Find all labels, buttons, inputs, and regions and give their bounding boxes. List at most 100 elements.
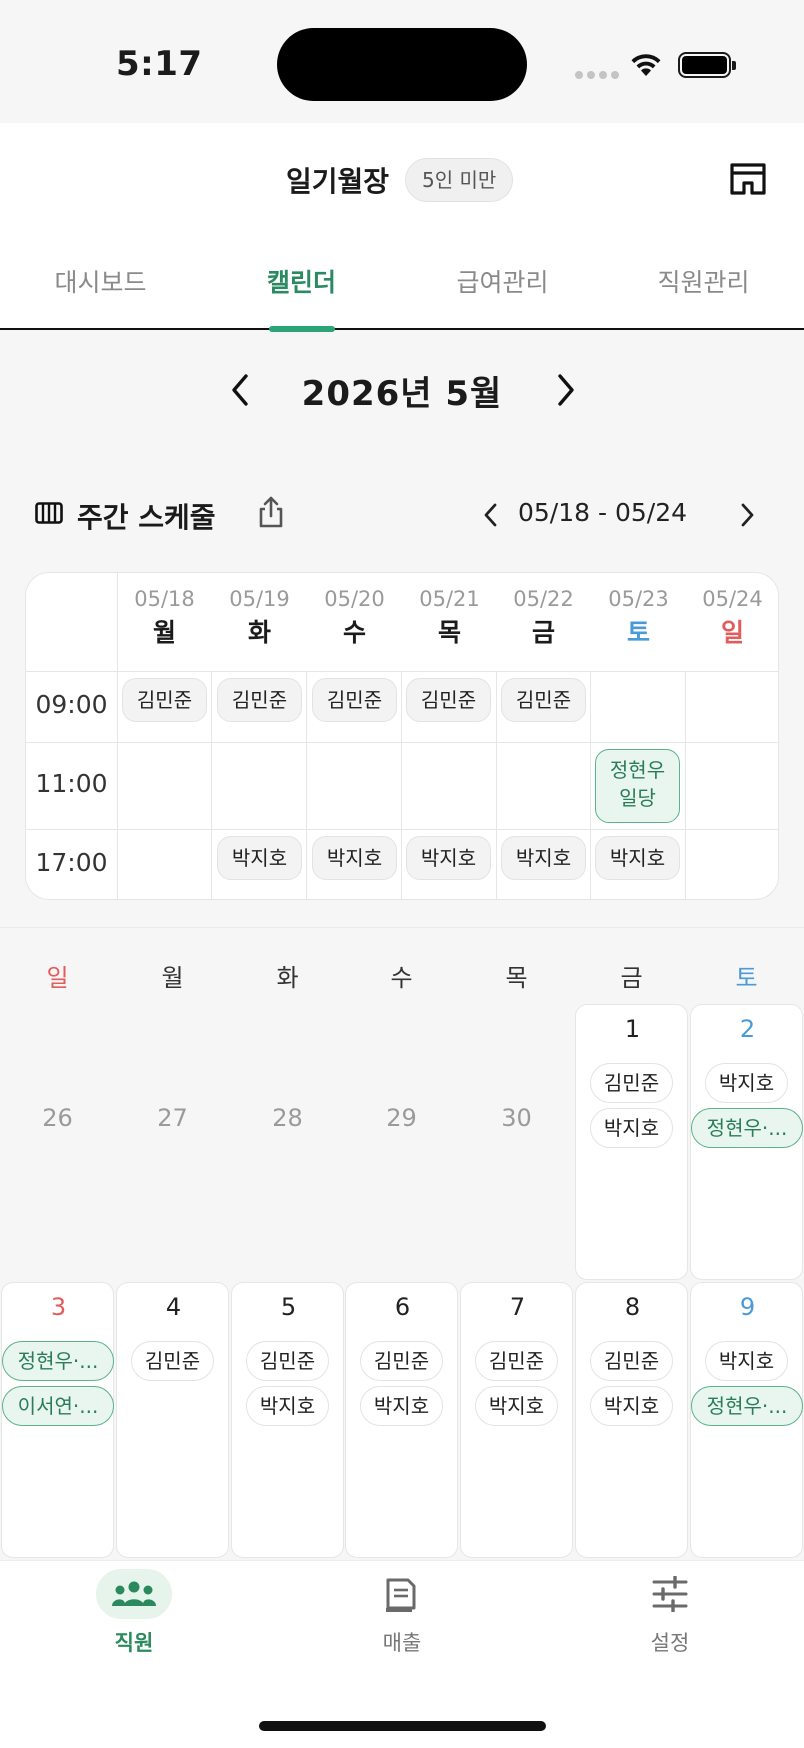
home-indicator[interactable] — [259, 1721, 546, 1731]
week-day-date: 05/21 — [419, 587, 480, 611]
receipt-icon — [364, 1569, 440, 1619]
nav-settings[interactable]: 설정 — [536, 1561, 804, 1681]
shift-chip[interactable]: 박지호 — [406, 836, 491, 880]
weekday-header: 목 — [505, 964, 528, 992]
week-day-header: 05/18 월 — [117, 587, 212, 649]
calendar-day-other-month[interactable]: 28 — [231, 1004, 344, 1280]
calendar-day-other-month[interactable]: 27 — [116, 1004, 229, 1280]
tab-staff[interactable]: 직원관리 — [603, 243, 804, 330]
shift-chip[interactable]: 박지호 — [705, 1341, 788, 1381]
shift-chip[interactable]: 김민준 — [590, 1063, 673, 1103]
dynamic-island — [277, 28, 527, 101]
shift-chip-daily-worker[interactable]: 정현우·... — [691, 1386, 803, 1426]
bottom-navigation: 직원 매출 설정 — [0, 1560, 804, 1748]
time-slot-row: 09:00 김민준 김민준 김민준 김민준 김민준 — [26, 671, 778, 742]
calendar-day[interactable]: 6 김민준 박지호 — [345, 1282, 458, 1558]
week-columns-icon — [35, 502, 63, 524]
day-number: 8 — [624, 1293, 641, 1321]
time-slot-row: 17:00 박지호 박지호 박지호 박지호 박지호 — [26, 829, 778, 899]
shift-chip-daily-worker[interactable]: 정현우·... — [691, 1108, 803, 1148]
day-number: 2 — [739, 1015, 756, 1043]
previous-month-button[interactable] — [222, 370, 258, 410]
week-day-date: 05/24 — [702, 587, 763, 611]
shift-chip[interactable]: 김민준 — [360, 1341, 443, 1381]
calendar-day[interactable]: 1 김민준 박지호 — [575, 1004, 688, 1280]
shift-chip[interactable]: 박지호 — [705, 1063, 788, 1103]
nav-label: 매출 — [382, 1631, 422, 1655]
calendar-day[interactable]: 7 김민준 박지호 — [460, 1282, 573, 1558]
calendar-day-other-month[interactable]: 26 — [1, 1004, 114, 1280]
week-day-name: 목 — [437, 618, 461, 647]
day-number: 30 — [501, 1104, 532, 1132]
shift-chip[interactable]: 김민준 — [312, 678, 397, 722]
next-month-button[interactable] — [548, 370, 584, 410]
calendar-day[interactable]: 8 김민준 박지호 — [575, 1282, 688, 1558]
cellular-signal-icon — [575, 71, 619, 79]
calendar-day-other-month[interactable]: 29 — [345, 1004, 458, 1280]
weekday-header: 화 — [276, 964, 299, 992]
shift-chip[interactable]: 김민준 — [501, 678, 586, 722]
store-size-badge: 5인 미만 — [405, 158, 514, 202]
weekday-header: 금 — [620, 964, 643, 992]
time-slot-label: 11:00 — [35, 769, 108, 798]
wifi-icon — [631, 54, 661, 76]
shift-chip[interactable]: 박지호 — [595, 836, 680, 880]
shift-chip[interactable]: 김민준 — [590, 1341, 673, 1381]
store-name: 일기월장 — [286, 165, 390, 198]
day-number: 26 — [42, 1104, 73, 1132]
week-day-name: 화 — [247, 618, 271, 647]
previous-week-button[interactable] — [478, 500, 502, 530]
week-day-date: 05/18 — [134, 587, 195, 611]
month-navigation: 2026년 5월 — [0, 360, 804, 420]
shift-chip[interactable]: 박지호 — [590, 1386, 673, 1426]
calendar-day-other-month[interactable]: 30 — [460, 1004, 573, 1280]
week-day-name: 금 — [531, 618, 555, 647]
calendar-day[interactable]: 2 박지호 정현우·... — [690, 1004, 803, 1280]
shift-chip-daily-worker[interactable]: 정현우·... — [2, 1341, 114, 1381]
calendar-day[interactable]: 3 정현우·... 이서연·... — [1, 1282, 114, 1558]
week-day-date: 05/23 — [608, 587, 669, 611]
share-icon[interactable] — [256, 495, 286, 529]
shift-chip[interactable]: 박지호 — [590, 1108, 673, 1148]
shift-chip[interactable]: 박지호 — [246, 1386, 329, 1426]
shift-chip[interactable]: 김민준 — [217, 678, 302, 722]
nav-staff[interactable]: 직원 — [0, 1561, 268, 1681]
shift-chip[interactable]: 김민준 — [122, 678, 207, 722]
monthly-calendar: 일 월 화 수 목 금 토 26 27 28 29 30 1 김민준 박지호 2… — [0, 927, 804, 1560]
shift-chip[interactable]: 김민준 — [246, 1341, 329, 1381]
shift-chip-daily-worker[interactable]: 이서연·... — [2, 1386, 114, 1426]
shift-chip[interactable]: 김민준 — [475, 1341, 558, 1381]
shift-chip-daily-worker[interactable]: 정현우 일당 — [595, 749, 680, 823]
sliders-icon — [632, 1569, 708, 1619]
tab-calendar[interactable]: 캘린더 — [201, 243, 402, 332]
shift-chip[interactable]: 김민준 — [406, 678, 491, 722]
week-day-date: 05/19 — [229, 587, 290, 611]
shift-chip[interactable]: 김민준 — [131, 1341, 214, 1381]
weekday-header: 월 — [161, 964, 184, 992]
shift-chip-name: 정현우 — [609, 758, 666, 782]
weekday-header: 일 — [46, 964, 69, 992]
store-icon[interactable] — [728, 159, 768, 199]
week-day-header: 05/20 수 — [307, 587, 402, 649]
shift-chip[interactable]: 박지호 — [360, 1386, 443, 1426]
tab-dashboard[interactable]: 대시보드 — [0, 243, 201, 330]
tab-payroll[interactable]: 급여관리 — [402, 243, 603, 330]
shift-chip[interactable]: 박지호 — [501, 836, 586, 880]
shift-chip[interactable]: 박지호 — [475, 1386, 558, 1426]
nav-sales[interactable]: 매출 — [268, 1561, 536, 1681]
day-number: 3 — [50, 1293, 67, 1321]
day-number: 9 — [739, 1293, 756, 1321]
battery-icon — [678, 52, 736, 78]
calendar-day[interactable]: 4 김민준 — [116, 1282, 229, 1558]
people-icon — [96, 1569, 172, 1619]
calendar-day[interactable]: 9 박지호 정현우·... — [690, 1282, 803, 1558]
next-week-button[interactable] — [736, 500, 760, 530]
day-number: 6 — [394, 1293, 411, 1321]
shift-chip[interactable]: 박지호 — [312, 836, 397, 880]
shift-chip[interactable]: 박지호 — [217, 836, 302, 880]
week-day-name: 일 — [720, 618, 744, 647]
day-number: 4 — [165, 1293, 182, 1321]
calendar-day[interactable]: 5 김민준 박지호 — [231, 1282, 344, 1558]
weekday-header: 수 — [390, 964, 413, 992]
day-number: 7 — [509, 1293, 526, 1321]
